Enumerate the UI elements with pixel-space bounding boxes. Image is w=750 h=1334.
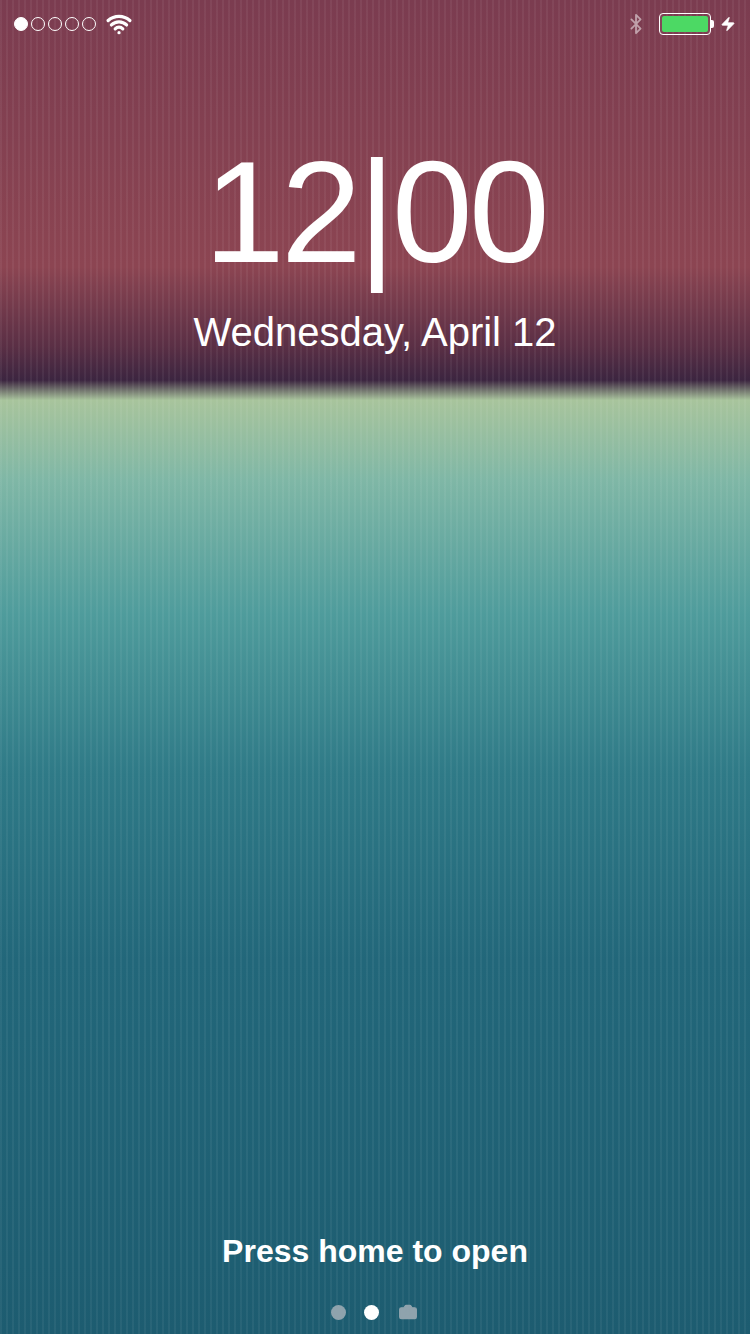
signal-dot — [65, 17, 79, 31]
signal-dot — [48, 17, 62, 31]
clock: 12|00 — [0, 140, 750, 285]
charging-bolt-icon — [720, 14, 736, 34]
lock-screen: 12|00 Wednesday, April 12 Press home to op… — [0, 0, 750, 1334]
wifi-icon — [106, 11, 132, 37]
page-indicator — [0, 1300, 750, 1324]
bluetooth-icon — [625, 11, 647, 37]
time: 12|00 — [204, 140, 546, 285]
battery-indicator — [659, 13, 736, 35]
battery-fill — [662, 16, 708, 32]
signal-dot — [31, 17, 45, 31]
signal-dot — [82, 17, 96, 31]
status-bar — [0, 0, 750, 48]
unlock-hint: Press home to open — [222, 1232, 528, 1270]
page-dot[interactable] — [364, 1305, 379, 1320]
camera-icon[interactable] — [397, 1302, 419, 1322]
page-dot[interactable] — [331, 1305, 346, 1320]
battery-icon — [659, 13, 711, 35]
date: Wednesday, April 12 — [193, 312, 556, 352]
signal-dot — [14, 17, 28, 31]
signal-strength-icon — [14, 17, 96, 31]
